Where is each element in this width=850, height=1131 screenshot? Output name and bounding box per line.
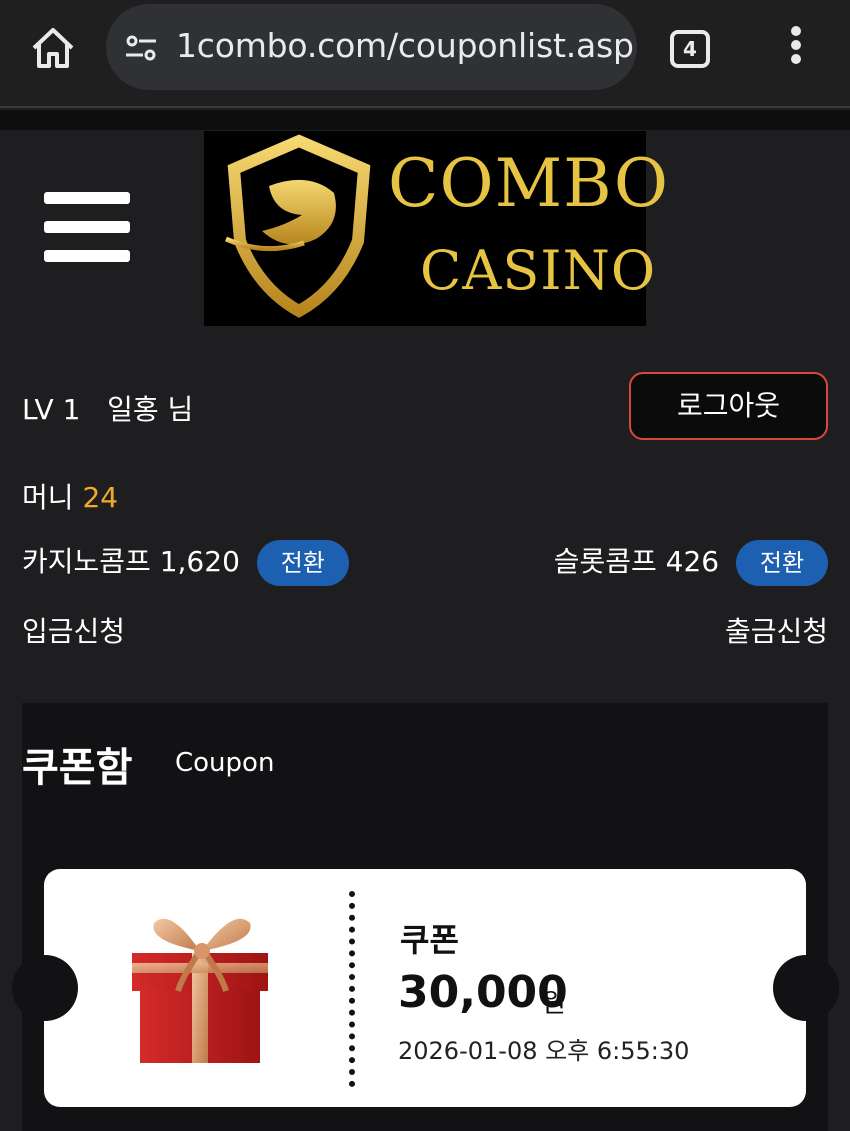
casino-comp-label: 카지노콤프 xyxy=(22,545,151,578)
coupon-notch-left xyxy=(12,955,78,1021)
coupon-date: 2026-01-08 오후 6:55:30 xyxy=(398,1037,690,1065)
coupon-divider xyxy=(349,891,355,1087)
coupon-box-title: 쿠폰함 xyxy=(22,745,133,791)
coupon-name: 쿠폰 xyxy=(400,921,459,959)
user-level: LV 1 xyxy=(22,393,81,426)
logo-casino-text: CASINO xyxy=(420,239,657,302)
more-options-icon[interactable] xyxy=(786,26,806,70)
address-bar[interactable]: 1combo.com/couponlist.asp xyxy=(106,4,637,90)
url-text[interactable]: 1combo.com/couponlist.asp xyxy=(176,26,634,65)
slot-comp-label: 슬롯콤프 xyxy=(553,545,657,578)
coupon-box-subtitle: Coupon xyxy=(175,748,275,778)
slot-comp-convert-button[interactable]: 전환 xyxy=(736,540,828,586)
coupon-card[interactable]: 쿠폰 30,000 원 2026-01-08 오후 6:55:30 xyxy=(44,869,806,1107)
browser-toolbar: 1combo.com/couponlist.asp 4 xyxy=(0,0,850,108)
money-label: 머니 xyxy=(22,481,74,514)
hamburger-menu-icon[interactable] xyxy=(44,192,130,264)
deposit-request-link[interactable]: 입금신청 xyxy=(22,610,125,650)
slot-comp-value: 426 xyxy=(665,545,720,578)
money-row: 머니 24 xyxy=(22,476,118,516)
withdraw-request-link[interactable]: 출금신청 xyxy=(725,610,828,650)
casino-comp-value: 1,620 xyxy=(159,545,240,578)
site-logo[interactable]: COMBO CASINO xyxy=(204,131,668,326)
site-settings-icon[interactable] xyxy=(124,30,160,66)
casino-comp-convert-button[interactable]: 전환 xyxy=(256,540,349,586)
coupon-notch-right xyxy=(773,955,839,1021)
logo-combo-text: COMBO xyxy=(388,145,670,222)
casino-comp-row: 카지노콤프 1,620 전환 xyxy=(22,540,349,586)
header-strip xyxy=(0,110,850,130)
tab-switcher-button[interactable]: 4 xyxy=(670,30,710,68)
home-icon[interactable] xyxy=(28,24,78,72)
user-info: LV 1 일홍 님 xyxy=(22,388,193,428)
slot-comp-row: 슬롯콤프 426 전환 xyxy=(554,540,828,586)
user-name: 일홍 님 xyxy=(107,393,194,426)
coupon-unit: 원 xyxy=(542,989,566,1019)
coupon-box-section: 쿠폰함 Coupon 쿠폰 30,000 원 2026-01-08 오후 6:5… xyxy=(12,703,839,1131)
money-value: 24 xyxy=(82,481,119,514)
logout-button[interactable]: 로그아웃 xyxy=(629,372,828,440)
shield-logo-icon xyxy=(224,134,371,318)
gift-box-icon xyxy=(132,918,268,1063)
